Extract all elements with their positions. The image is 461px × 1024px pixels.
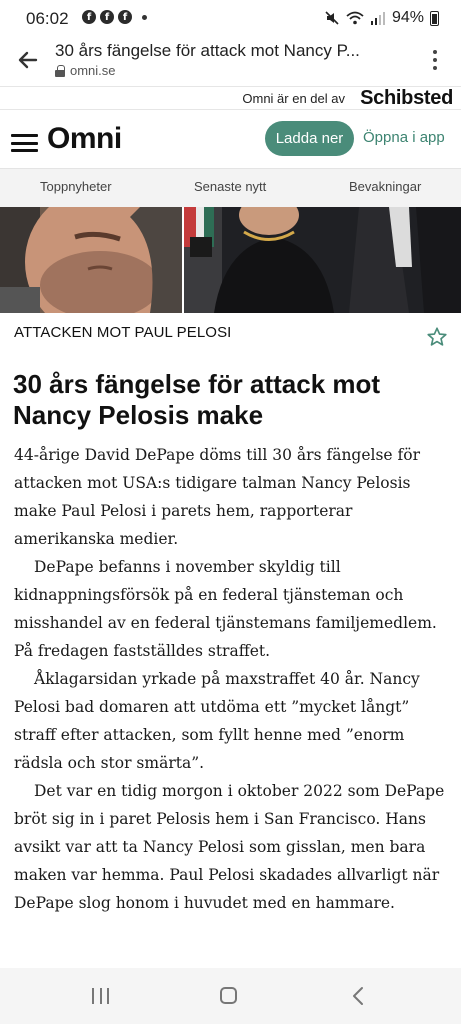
facebook-icon: f bbox=[100, 10, 114, 24]
status-time: 06:02 bbox=[26, 9, 69, 28]
status-bar: 06:02 f f f 94% bbox=[0, 0, 461, 36]
tab-toppnyheter[interactable]: Toppnyheter bbox=[40, 179, 112, 194]
page-title[interactable]: 30 års fängelse för attack mot Nancy P..… bbox=[55, 41, 395, 61]
facebook-icon: f bbox=[118, 10, 132, 24]
tab-senaste-nytt[interactable]: Senaste nytt bbox=[194, 179, 266, 194]
article-paragraph: Åklagarsidan yrkade på maxstraffet 40 år… bbox=[14, 670, 420, 772]
photo-nancy-pelosi bbox=[184, 207, 461, 313]
article-paragraph: DePape befanns i november skyldig till k… bbox=[14, 558, 437, 660]
publisher-text: Omni är en del av bbox=[242, 91, 345, 106]
home-icon[interactable] bbox=[220, 987, 237, 1004]
wifi-icon bbox=[346, 11, 364, 25]
lock-icon bbox=[55, 64, 65, 77]
recent-apps-icon[interactable] bbox=[92, 988, 109, 1004]
open-in-app-link[interactable]: Öppna i app bbox=[363, 129, 445, 146]
mute-icon bbox=[325, 11, 339, 25]
article-kicker[interactable]: ATTACKEN MOT PAUL PELOSI bbox=[14, 324, 231, 341]
facebook-icon: f bbox=[82, 10, 96, 24]
more-notifications-icon bbox=[142, 14, 147, 20]
battery-percent: 94% bbox=[391, 9, 424, 26]
schibsted-logo[interactable]: Schibsted bbox=[360, 87, 453, 110]
article-paragraph: 44-årige David DePape döms till 30 års f… bbox=[14, 446, 421, 548]
article-headline: 30 års fängelse för attack mot Nancy Pel… bbox=[13, 369, 381, 430]
url-row[interactable]: omni.se bbox=[55, 63, 116, 78]
url-domain: omni.se bbox=[70, 63, 116, 78]
download-button[interactable]: Ladda ner bbox=[265, 121, 354, 156]
browser-toolbar: 30 års fängelse för attack mot Nancy P..… bbox=[0, 36, 461, 86]
star-icon[interactable] bbox=[426, 326, 448, 348]
section-tabs: Toppnyheter Senaste nytt Bevakningar bbox=[0, 168, 461, 207]
photo-depape bbox=[0, 207, 182, 313]
notification-icons: f f f bbox=[82, 10, 147, 24]
signal-icon bbox=[370, 12, 385, 25]
system-navigation-bar bbox=[0, 968, 461, 1024]
article-paragraph: Det var en tidig morgon i oktober 2022 s… bbox=[14, 782, 445, 912]
battery-icon bbox=[430, 10, 439, 26]
tab-bevakningar[interactable]: Bevakningar bbox=[349, 179, 421, 194]
back-arrow-icon[interactable] bbox=[16, 48, 40, 72]
article-body: 44-årige David DePape döms till 30 års f… bbox=[14, 441, 454, 917]
omni-logo[interactable]: Omni bbox=[47, 122, 122, 156]
system-back-icon[interactable] bbox=[350, 986, 366, 1006]
article-image[interactable] bbox=[0, 207, 461, 313]
menu-icon[interactable] bbox=[11, 134, 38, 152]
more-options-icon[interactable] bbox=[433, 50, 437, 70]
status-right: 94% bbox=[324, 9, 439, 27]
site-header: Omni Ladda ner Öppna i app bbox=[0, 110, 461, 168]
publisher-strip: Omni är en del av Schibsted bbox=[0, 86, 461, 110]
